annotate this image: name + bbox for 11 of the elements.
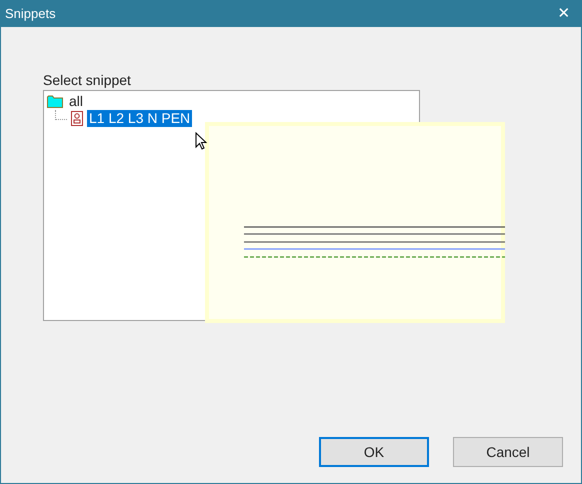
window-title: Snippets (5, 5, 56, 24)
snippet-icon (71, 111, 83, 126)
dialog-button[interactable]: OK (319, 437, 429, 467)
tree-item[interactable]: all (67, 93, 86, 110)
tree-item[interactable]: L1 L2 L3 N PEN (87, 110, 192, 127)
cursor-icon (195, 132, 208, 151)
dialog-button[interactable]: Cancel (453, 437, 563, 467)
folder-icon (47, 95, 63, 108)
field-label: Select snippet (43, 71, 132, 89)
tree-line (55, 110, 67, 120)
close-button[interactable]: ✕ (547, 1, 581, 27)
